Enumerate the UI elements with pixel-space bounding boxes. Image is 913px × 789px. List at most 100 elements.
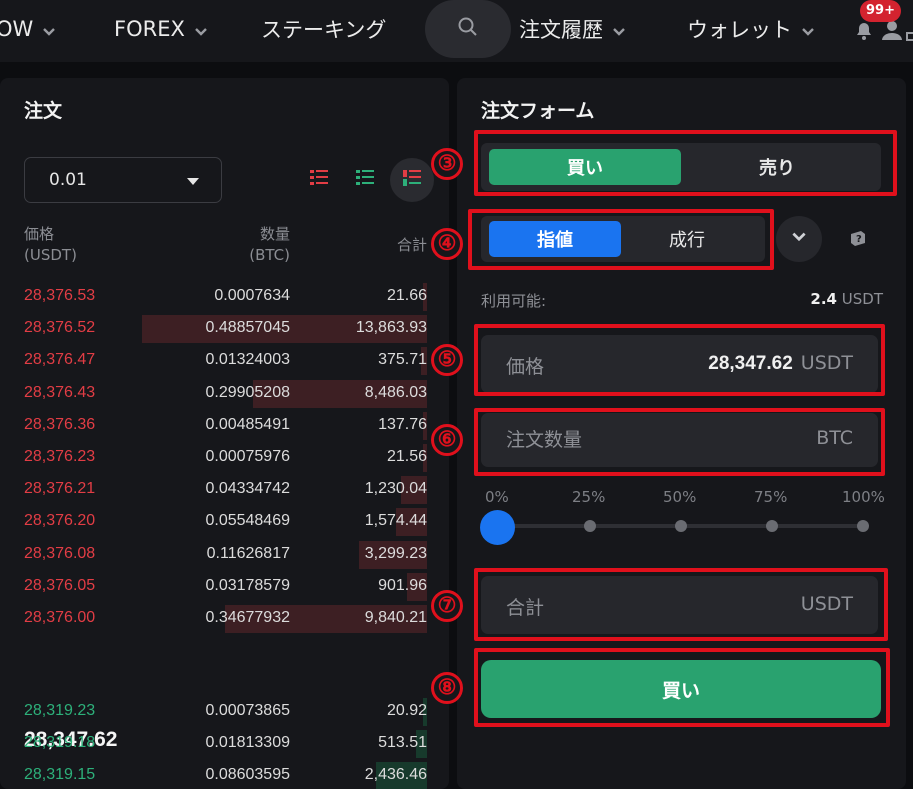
window-icon[interactable] (906, 32, 913, 41)
ask-total: 375.71 (378, 351, 427, 369)
ask-row[interactable]: 28,376.20 0.05548469 1,574.44 (0, 506, 449, 537)
nav-item-staking[interactable]: ステーキング (261, 0, 386, 58)
ask-row[interactable]: 28,376.47 0.01324003 375.71 (0, 345, 449, 376)
bid-price: 28,319.18 (24, 734, 96, 752)
ask-row[interactable]: 28,376.52 0.48857045 13,863.93 (0, 313, 449, 344)
chevron-down-icon (193, 21, 209, 37)
chevron-down-icon (41, 21, 57, 37)
ask-total: 137.76 (378, 415, 427, 433)
bid-row[interactable]: 28,319.18 0.01813309 513.51 (0, 728, 449, 759)
orderbook-bids-icon (354, 168, 376, 192)
bid-total: 20.92 (386, 702, 427, 719)
amount-slider-knob[interactable] (480, 510, 515, 545)
view-asks-button[interactable] (297, 158, 341, 202)
ask-qty: 0.00485491 (205, 415, 290, 433)
ask-price: 28,376.05 (24, 576, 96, 594)
ask-price: 28,376.43 (24, 383, 96, 401)
chevron-down-icon (611, 21, 627, 37)
annotation-marker: ⑤ (431, 344, 463, 376)
pct-label: 0% (485, 488, 509, 506)
search-button[interactable] (425, 0, 511, 58)
ask-qty: 0.04334742 (205, 480, 290, 498)
available-label: 利用可能: (481, 292, 547, 310)
view-both-button[interactable] (390, 158, 434, 202)
ask-row[interactable]: 28,376.00 0.34677932 9,840.21 (0, 603, 449, 633)
ask-qty: 0.01324003 (205, 351, 290, 369)
view-bids-button[interactable] (343, 158, 387, 202)
bid-qty: 0.08603595 (205, 766, 290, 784)
ask-qty: 0.0007634 (214, 287, 290, 304)
ask-qty: 0.00075976 (205, 448, 290, 465)
ask-total: 8,486.03 (364, 383, 427, 401)
pct-label: 50% (663, 488, 697, 506)
annotation-box-amount (474, 408, 885, 476)
nav-item-wallet[interactable]: ウォレット (687, 0, 816, 58)
bid-total: 513.51 (378, 734, 427, 752)
ask-row[interactable]: 28,376.21 0.04334742 1,230.04 (0, 474, 449, 505)
bell-icon[interactable] (852, 18, 876, 46)
ask-total: 13,863.93 (355, 319, 427, 337)
chevron-down-icon (800, 21, 816, 37)
annotation-marker: ④ (431, 228, 463, 260)
ask-row[interactable]: 28,376.36 0.00485491 137.76 (0, 410, 449, 440)
ask-total: 901.96 (378, 576, 427, 594)
annotation-marker: ⑦ (431, 590, 463, 622)
orderbook-both-icon (401, 168, 423, 192)
ask-total: 9,840.21 (364, 609, 427, 626)
pct-label: 75% (754, 488, 788, 506)
qty-column-header: 数量 (BTC) (249, 224, 290, 266)
ask-qty: 0.11626817 (206, 544, 290, 562)
price-column-header: 価格 (USDT) (24, 224, 77, 266)
ask-price: 28,376.47 (24, 351, 96, 369)
slider-step-75[interactable] (766, 520, 778, 532)
ask-row[interactable]: 28,376.08 0.11626817 3,299.23 (0, 539, 449, 569)
ask-price: 28,376.21 (24, 480, 96, 498)
ask-qty: 0.29905208 (205, 383, 290, 401)
nav-item-label: ステーキング (261, 18, 387, 42)
ask-row[interactable]: 28,376.05 0.03178579 901.96 (0, 571, 449, 601)
ask-qty: 0.34677932 (205, 609, 290, 626)
bid-row[interactable]: 28,319.15 0.08603595 2,436.46 (0, 760, 449, 789)
tick-size-select[interactable]: 0.01 (24, 157, 222, 203)
bid-row[interactable]: 28,319.23 0.00073865 20.92 (0, 696, 449, 726)
user-icon[interactable] (880, 18, 904, 46)
annotation-marker: ⑧ (431, 672, 463, 704)
ask-total: 21.66 (386, 287, 427, 304)
bid-qty: 0.00073865 (205, 702, 290, 719)
orderbook-asks-icon (308, 168, 330, 192)
search-icon (457, 16, 479, 42)
annotation-marker: ③ (431, 148, 463, 180)
qty-header-label: 数量 (259, 225, 290, 243)
nav-item-label: FOREX (114, 17, 185, 41)
available-unit: USDT (841, 290, 883, 308)
bid-qty: 0.01813309 (205, 734, 290, 752)
ask-row[interactable]: 28,376.43 0.29905208 8,486.03 (0, 378, 449, 408)
slider-step-100[interactable] (857, 520, 869, 532)
pct-label: 100% (842, 488, 885, 506)
order-book-panel: 注文 0.01 価格 (USDT) 数量 (BTC) 合計 28,376.53 0… (0, 78, 449, 789)
annotation-box-submit (474, 648, 890, 727)
notification-badge: 99+ (860, 0, 901, 22)
ask-total: 21.56 (386, 448, 427, 465)
nav-item-ow[interactable]: OW (0, 0, 57, 58)
nav-item-forex[interactable]: FOREX (114, 0, 209, 58)
ask-row[interactable]: 28,376.53 0.0007634 21.66 (0, 281, 449, 311)
ask-price: 28,376.36 (24, 415, 96, 433)
slider-step-25[interactable] (584, 520, 596, 532)
ask-row[interactable]: 28,376.23 0.00075976 21.56 (0, 442, 449, 472)
bid-price: 28,319.23 (24, 702, 96, 719)
help-icon[interactable]: ? (848, 228, 868, 252)
price-header-label: 価格 (24, 225, 55, 243)
ask-price: 28,376.52 (24, 319, 96, 337)
price-header-unit: (USDT) (24, 246, 77, 264)
pct-label: 25% (572, 488, 606, 506)
available-value: 2.4 (810, 290, 837, 308)
nav-item-order-history[interactable]: 注文履歴 (519, 0, 627, 58)
bid-price: 28,319.15 (24, 766, 96, 784)
svg-text:?: ? (856, 234, 862, 245)
more-order-types-button[interactable] (776, 216, 822, 262)
annotation-box-total (474, 568, 888, 641)
ask-qty: 0.48857045 (205, 319, 290, 337)
available-balance: 2.4 USDT (810, 290, 883, 308)
slider-step-50[interactable] (675, 520, 687, 532)
